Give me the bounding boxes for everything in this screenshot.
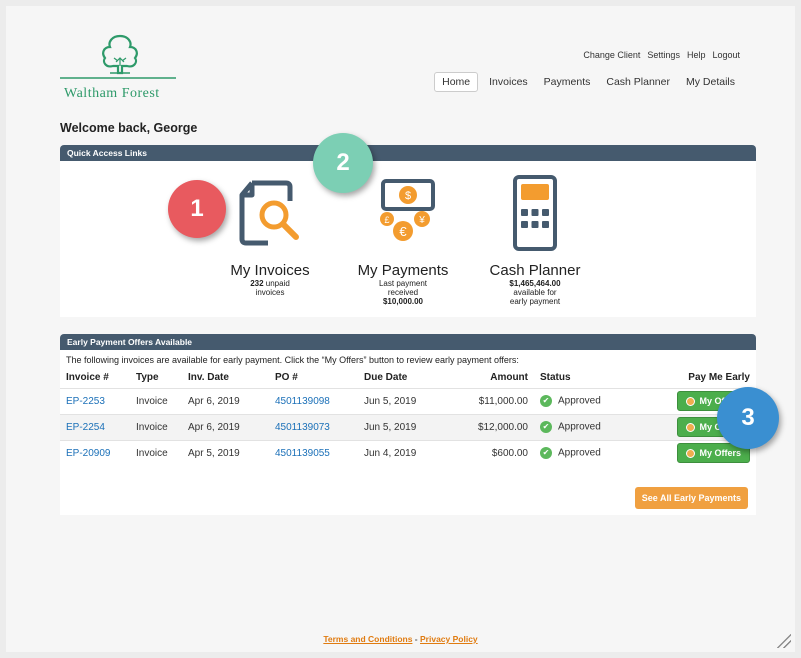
my-invoices-title: My Invoices <box>230 262 310 279</box>
type-cell: Invoice <box>130 387 182 414</box>
callout-badge-2: 2 <box>313 133 373 193</box>
due-date-cell: Jun 5, 2019 <box>358 413 458 440</box>
nav-payments[interactable]: Payments <box>539 72 596 92</box>
invoice-link[interactable]: EP-2254 <box>66 422 105 433</box>
unpaid-count: 232 <box>250 279 264 288</box>
utility-links: Change Client Settings Help Logout <box>583 50 740 60</box>
amount-cell: $11,000.00 <box>458 387 534 414</box>
type-cell: Invoice <box>130 413 182 440</box>
callout-badge-1: 1 <box>168 180 226 238</box>
inv-date-cell: Apr 6, 2019 <box>182 413 269 440</box>
invoice-search-icon <box>239 180 299 246</box>
svg-text:£: £ <box>384 215 389 225</box>
status-text: Approved <box>558 395 601 407</box>
inv-date-cell: Apr 5, 2019 <box>182 439 269 466</box>
terms-link[interactable]: Terms and Conditions <box>323 634 412 644</box>
nav-cash-planner[interactable]: Cash Planner <box>601 72 675 92</box>
coins-icon <box>686 448 696 458</box>
change-client-link[interactable]: Change Client <box>583 50 640 60</box>
table-header-row: Invoice # Type Inv. Date PO # Due Date A… <box>60 368 756 388</box>
see-all-early-payments-button[interactable]: See All Early Payments <box>634 487 748 509</box>
privacy-link[interactable]: Privacy Policy <box>420 634 478 644</box>
early-payments-table: Invoice # Type Inv. Date PO # Due Date A… <box>60 368 756 466</box>
footer-separator: - <box>412 634 420 644</box>
last-payment-label: Last payment <box>378 279 428 288</box>
table-row: EP-2254 Invoice Apr 6, 2019 4501139073 J… <box>60 413 756 440</box>
check-icon: ✔ <box>540 395 552 407</box>
logout-link[interactable]: Logout <box>712 50 740 60</box>
col-inv-date[interactable]: Inv. Date <box>182 368 269 388</box>
table-row: EP-20909 Invoice Apr 5, 2019 4501139055 … <box>60 439 756 466</box>
app-window: Waltham Forest Change Client Settings He… <box>6 6 795 652</box>
invoices-label: invoices <box>255 288 285 297</box>
logo[interactable]: Waltham Forest <box>58 28 183 103</box>
early-payment-label: early payment <box>509 297 561 306</box>
inv-date-cell: Apr 6, 2019 <box>182 387 269 414</box>
settings-link[interactable]: Settings <box>647 50 680 60</box>
my-payments-tile[interactable]: $ £ € ¥ My Payments Last payment receive… <box>348 173 458 306</box>
payments-money-icon: $ £ € ¥ <box>380 179 435 241</box>
main-nav: Home Invoices Payments Cash Planner My D… <box>434 72 740 92</box>
invoice-link[interactable]: EP-20909 <box>66 448 110 459</box>
quick-access-header: Quick Access Links <box>60 145 756 161</box>
type-cell: Invoice <box>130 439 182 466</box>
coins-icon <box>686 396 696 406</box>
invoice-link[interactable]: EP-2253 <box>66 396 105 407</box>
my-invoices-tile[interactable]: My Invoices 232 unpaid invoices <box>215 173 325 297</box>
quick-access-panel: Quick Access Links My Invoices 232 unpai… <box>60 145 756 317</box>
check-icon: ✔ <box>540 421 552 433</box>
help-link[interactable]: Help <box>687 50 706 60</box>
early-payments-panel: Early Payment Offers Available The follo… <box>60 334 756 515</box>
unpaid-label: unpaid <box>265 279 290 288</box>
calculator-icon <box>513 175 557 251</box>
nav-my-details[interactable]: My Details <box>681 72 740 92</box>
callout-badge-3: 3 <box>717 387 779 449</box>
received-label: received <box>387 288 419 297</box>
po-link[interactable]: 4501139073 <box>275 422 330 433</box>
coins-icon <box>686 422 696 432</box>
last-payment-amount: $10,000.00 <box>382 297 424 306</box>
col-pay-me-early: Pay Me Early <box>688 372 750 384</box>
footer: Terms and Conditions - Privacy Policy <box>0 634 801 644</box>
amount-cell: $600.00 <box>458 439 534 466</box>
cash-planner-tile[interactable]: Cash Planner $1,465,464.00 available for… <box>480 173 590 306</box>
col-type[interactable]: Type <box>130 368 182 388</box>
svg-text:$: $ <box>405 190 411 202</box>
col-due-date[interactable]: Due Date <box>358 368 458 388</box>
my-offers-label: My Offers <box>699 448 741 459</box>
col-status[interactable]: Status <box>534 368 644 388</box>
due-date-cell: Jun 5, 2019 <box>358 387 458 414</box>
brand-name: Waltham Forest <box>64 86 160 101</box>
col-po[interactable]: PO # <box>269 368 358 388</box>
early-payments-intro: The following invoices are available for… <box>66 355 519 365</box>
po-link[interactable]: 4501139098 <box>275 396 330 407</box>
svg-text:¥: ¥ <box>418 215 425 226</box>
nav-home[interactable]: Home <box>434 72 479 92</box>
po-link[interactable]: 4501139055 <box>275 448 330 459</box>
check-icon: ✔ <box>540 447 552 460</box>
status-text: Approved <box>558 447 601 459</box>
welcome-heading: Welcome back, George <box>60 121 198 135</box>
table-row: EP-2253 Invoice Apr 6, 2019 4501139098 J… <box>60 387 756 414</box>
available-amount: $1,465,464.00 <box>509 279 561 288</box>
svg-text:€: € <box>399 224 407 239</box>
tree-logo-icon <box>60 34 176 79</box>
col-invoice[interactable]: Invoice # <box>60 368 130 388</box>
early-payments-header: Early Payment Offers Available <box>60 334 756 350</box>
col-amount[interactable]: Amount <box>458 368 534 388</box>
status-text: Approved <box>558 421 601 433</box>
amount-cell: $12,000.00 <box>458 413 534 440</box>
nav-invoices[interactable]: Invoices <box>484 72 533 92</box>
cash-planner-title: Cash Planner <box>489 262 581 279</box>
my-payments-title: My Payments <box>357 262 449 279</box>
available-label: available for <box>513 288 557 297</box>
due-date-cell: Jun 4, 2019 <box>358 439 458 466</box>
